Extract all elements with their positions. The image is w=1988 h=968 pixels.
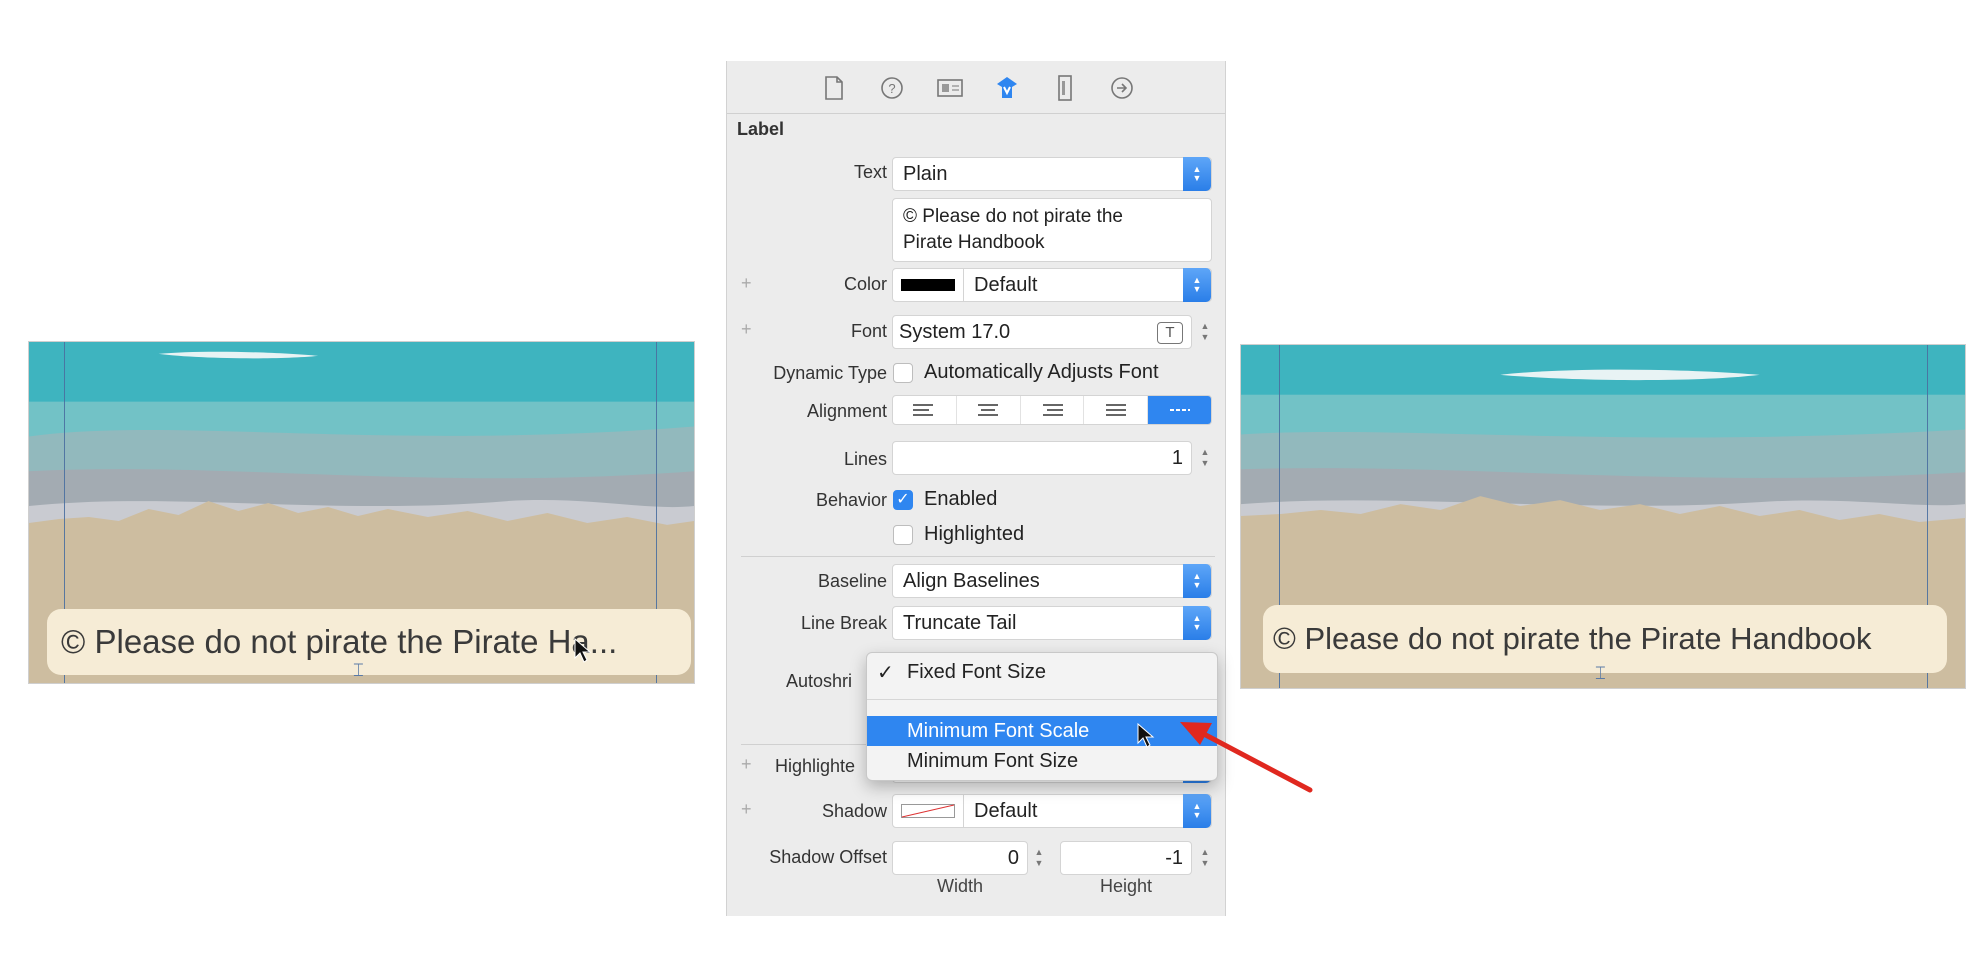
- baseline-popup[interactable]: Align Baselines ▲ ▼: [892, 564, 1212, 598]
- text-content-field[interactable]: © Please do not pirate the Pirate Handbo…: [892, 198, 1212, 262]
- attributes-inspector-icon[interactable]: [992, 73, 1022, 103]
- font-size-stepper[interactable]: ▲ ▼: [1198, 321, 1212, 343]
- baseline-label: Baseline: [817, 571, 887, 591]
- menu-item-label: Minimum Font Size: [907, 749, 1079, 772]
- size-inspector-icon[interactable]: [1050, 73, 1080, 103]
- shadow-offset-width-field[interactable]: 0: [892, 841, 1028, 875]
- shadow-offset-label: Shadow Offset: [769, 847, 887, 867]
- autoshrink-menu: ✓ Fixed Font Size Minimum Font Scale Min…: [866, 652, 1218, 781]
- menu-separator: [867, 699, 1217, 700]
- highlighted-checkbox[interactable]: [893, 525, 913, 545]
- help-icon[interactable]: ?: [877, 73, 907, 103]
- enabled-label: Enabled: [924, 488, 998, 510]
- align-center-button[interactable]: [957, 396, 1021, 424]
- chevron-updown-icon: ▲▼: [1183, 564, 1211, 598]
- chevron-updown-icon: ▲▼: [1183, 157, 1211, 191]
- shadow-width-stepper[interactable]: ▲ ▼: [1032, 847, 1046, 869]
- shadow-offset-height-field[interactable]: -1: [1060, 841, 1192, 875]
- menu-item-label: Fixed Font Size: [907, 660, 1046, 683]
- text-content-line: © Please do not pirate the: [903, 206, 1123, 227]
- menu-item-fixed-font-size[interactable]: ✓ Fixed Font Size: [867, 657, 1217, 687]
- align-right-button[interactable]: [1021, 396, 1085, 424]
- text-label: Text: [853, 162, 887, 182]
- chevron-updown-icon: ▲▼: [1183, 606, 1211, 640]
- inspector-tab-bar: ?: [727, 61, 1225, 114]
- highlighted-label: Highlighted: [924, 523, 1025, 545]
- adjusts-font-label: Automatically Adjusts Font: [924, 361, 1159, 383]
- shadow-label: Shadow: [821, 801, 887, 821]
- file-inspector-icon[interactable]: [819, 73, 849, 103]
- checkmark-icon: ✓: [877, 661, 894, 684]
- annotation-arrow: [1180, 722, 1313, 793]
- text-type-value: Plain: [903, 162, 948, 185]
- font-value: System 17.0: [899, 320, 1011, 343]
- enabled-checkbox[interactable]: ✓: [893, 490, 913, 510]
- color-swatch: [893, 269, 964, 301]
- section-divider: [741, 556, 1215, 557]
- shadow-offset-width-value: 0: [1007, 846, 1019, 869]
- preview-left: © Please do not pirate the Pirate Ha... …: [28, 341, 695, 684]
- resize-handle-icon[interactable]: ⌶: [353, 660, 364, 681]
- align-left-button[interactable]: [893, 396, 957, 424]
- menu-item-minimum-font-size[interactable]: Minimum Font Size: [867, 746, 1217, 776]
- line-break-value: Truncate Tail: [903, 611, 1017, 634]
- menu-item-label: Minimum Font Scale: [907, 719, 1090, 742]
- font-field[interactable]: System 17.0 T: [892, 315, 1192, 349]
- behavior-label: Behavior: [815, 490, 887, 510]
- lines-value: 1: [1171, 446, 1183, 469]
- svg-text:?: ?: [888, 81, 895, 96]
- line-break-popup[interactable]: Truncate Tail ▲ ▼: [892, 606, 1212, 640]
- align-natural-button[interactable]: [1148, 396, 1211, 424]
- shadow-height-stepper[interactable]: ▲ ▼: [1198, 847, 1212, 869]
- mouse-cursor-icon: [574, 637, 592, 669]
- height-caption: Height: [1099, 876, 1153, 896]
- resize-handle-icon[interactable]: ⌶: [1595, 663, 1606, 684]
- label-preview: © Please do not pirate the Pirate Ha...: [47, 609, 691, 675]
- shadow-swatch: [893, 795, 964, 827]
- color-label: Color: [843, 274, 887, 294]
- baseline-value: Align Baselines: [903, 569, 1040, 592]
- text-content-line: Pirate Handbook: [903, 232, 1045, 253]
- font-picker-icon[interactable]: T: [1157, 322, 1183, 344]
- identity-inspector-icon[interactable]: [935, 73, 965, 103]
- align-justify-button[interactable]: [1084, 396, 1149, 424]
- adjusts-font-checkbox[interactable]: [893, 363, 913, 383]
- color-popup[interactable]: Default ▲ ▼: [892, 268, 1212, 302]
- label-preview-text: © Please do not pirate the Pirate Handbo…: [1273, 621, 1872, 656]
- line-break-label: Line Break: [800, 613, 887, 633]
- section-title: Label: [737, 119, 785, 139]
- width-caption: Width: [936, 876, 983, 896]
- mouse-cursor-icon: [1137, 722, 1155, 754]
- menu-item-minimum-font-scale[interactable]: Minimum Font Scale: [867, 716, 1217, 746]
- highlighted-color-label: Highlighte: [775, 756, 856, 776]
- shadow-offset-height-value: -1: [1165, 846, 1183, 869]
- preview-right: © Please do not pirate the Pirate Handbo…: [1240, 344, 1966, 689]
- shadow-popup[interactable]: Default ▲ ▼: [892, 794, 1212, 828]
- autoshrink-label: Autoshri: [786, 671, 853, 691]
- alignment-segmented-control: [892, 395, 1212, 425]
- label-preview-text: © Please do not pirate the Pirate Ha...: [61, 623, 618, 660]
- font-label: Font: [850, 321, 887, 341]
- dynamic-type-label: Dynamic Type: [773, 363, 887, 383]
- color-value: Default: [974, 273, 1038, 296]
- text-type-popup[interactable]: Plain ▲ ▼: [892, 157, 1212, 191]
- chevron-updown-icon: ▲▼: [1183, 268, 1211, 302]
- shadow-value: Default: [974, 799, 1038, 822]
- lines-stepper[interactable]: ▲ ▼: [1198, 447, 1212, 469]
- attributes-inspector: ? Label Text Plain ▲ ▼ © Please do not pi…: [726, 61, 1226, 916]
- lines-field[interactable]: 1: [892, 441, 1192, 475]
- connections-inspector-icon[interactable]: [1107, 73, 1137, 103]
- lines-label: Lines: [843, 449, 887, 469]
- alignment-label: Alignment: [806, 401, 887, 421]
